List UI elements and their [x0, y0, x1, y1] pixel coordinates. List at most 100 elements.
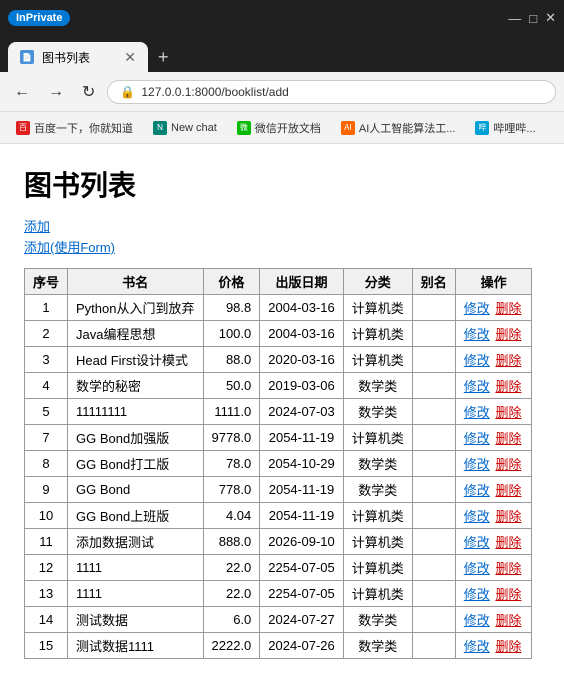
cell-name: Python从入门到放弃 [68, 295, 203, 321]
edit-link[interactable]: 修改 [464, 353, 490, 368]
page-content: 图书列表 添加 添加(使用Form) 序号 书名 价格 出版日期 分类 别名 操… [0, 144, 564, 679]
edit-link[interactable]: 修改 [464, 379, 490, 394]
cell-alias [412, 529, 455, 555]
edit-link[interactable]: 修改 [464, 561, 490, 576]
forward-button[interactable]: → [42, 79, 70, 105]
cell-price: 4.04 [203, 503, 260, 529]
delete-link[interactable]: 删除 [495, 509, 521, 524]
cell-actions: 修改 删除 [455, 581, 532, 607]
edit-link[interactable]: 修改 [464, 483, 490, 498]
delete-link[interactable]: 删除 [495, 301, 521, 316]
address-bar[interactable]: 🔒 127.0.0.1:8000/booklist/add [107, 80, 556, 104]
table-row: 13 1111 22.0 2254-07-05 计算机类 修改 删除 [25, 581, 532, 607]
cell-price: 9778.0 [203, 425, 260, 451]
browser-chrome: InPrivate — □ ✕ 📄 图书列表 ✕ + ← → ↻ 🔒 127.0… [0, 0, 564, 144]
cell-price: 78.0 [203, 451, 260, 477]
delete-link[interactable]: 删除 [495, 561, 521, 576]
edit-link[interactable]: 修改 [464, 587, 490, 602]
cell-date: 2019-03-06 [260, 373, 344, 399]
cell-actions: 修改 删除 [455, 295, 532, 321]
cell-id: 4 [25, 373, 68, 399]
bookmark-ai[interactable]: AI AI人工智能算法工... [333, 116, 464, 140]
cell-id: 13 [25, 581, 68, 607]
cell-category: 计算机类 [343, 295, 412, 321]
cell-price: 88.0 [203, 347, 260, 373]
refresh-button[interactable]: ↻ [76, 78, 101, 106]
add-link[interactable]: 添加 [24, 216, 540, 235]
cell-name: GG Bond [68, 477, 203, 503]
new-tab-button[interactable]: + [150, 43, 177, 72]
cell-name: Head First设计模式 [68, 347, 203, 373]
table-row: 10 GG Bond上班版 4.04 2054-11-19 计算机类 修改 删除 [25, 503, 532, 529]
cell-category: 计算机类 [343, 503, 412, 529]
cell-id: 3 [25, 347, 68, 373]
tab-bar: 📄 图书列表 ✕ + [0, 36, 564, 72]
delete-link[interactable]: 删除 [495, 379, 521, 394]
cell-alias [412, 347, 455, 373]
delete-link[interactable]: 删除 [495, 431, 521, 446]
delete-link[interactable]: 删除 [495, 327, 521, 342]
edit-link[interactable]: 修改 [464, 327, 490, 342]
bookmark-bili[interactable]: 哔 哔哩哔... [467, 116, 543, 140]
cell-id: 12 [25, 555, 68, 581]
delete-link[interactable]: 删除 [495, 613, 521, 628]
edit-link[interactable]: 修改 [464, 509, 490, 524]
cell-id: 8 [25, 451, 68, 477]
edit-link[interactable]: 修改 [464, 301, 490, 316]
window-maximize-icon[interactable]: □ [529, 11, 537, 26]
table-row: 5 11111111 1111.0 2024-07-03 数学类 修改 删除 [25, 399, 532, 425]
cell-category: 数学类 [343, 451, 412, 477]
cell-actions: 修改 删除 [455, 633, 532, 659]
add-form-link[interactable]: 添加(使用Form) [24, 237, 540, 256]
delete-link[interactable]: 删除 [495, 353, 521, 368]
table-row: 15 测试数据1111 2222.0 2024-07-26 数学类 修改 删除 [25, 633, 532, 659]
bookmark-wechat-favicon: 微 [237, 121, 251, 135]
bookmark-newchat-label: New chat [171, 122, 217, 134]
window-minimize-icon[interactable]: — [508, 11, 521, 26]
edit-link[interactable]: 修改 [464, 405, 490, 420]
cell-price: 778.0 [203, 477, 260, 503]
cell-actions: 修改 删除 [455, 503, 532, 529]
cell-price: 100.0 [203, 321, 260, 347]
cell-actions: 修改 删除 [455, 477, 532, 503]
bookmark-wechat[interactable]: 微 微信开放文档 [229, 116, 329, 140]
cell-price: 22.0 [203, 581, 260, 607]
cell-actions: 修改 删除 [455, 399, 532, 425]
cell-alias [412, 477, 455, 503]
edit-link[interactable]: 修改 [464, 431, 490, 446]
col-header-name: 书名 [68, 269, 203, 295]
title-bar: InPrivate — □ ✕ [0, 0, 564, 36]
edit-link[interactable]: 修改 [464, 613, 490, 628]
delete-link[interactable]: 删除 [495, 405, 521, 420]
cell-name: Java编程思想 [68, 321, 203, 347]
lock-icon: 🔒 [120, 85, 135, 99]
bookmark-baidu[interactable]: 百 百度一下，你就知道 [8, 116, 141, 140]
cell-name: GG Bond加强版 [68, 425, 203, 451]
delete-link[interactable]: 删除 [495, 535, 521, 550]
delete-link[interactable]: 删除 [495, 587, 521, 602]
window-close-icon[interactable]: ✕ [545, 10, 556, 26]
cell-price: 6.0 [203, 607, 260, 633]
page-title: 图书列表 [24, 164, 540, 204]
table-row: 3 Head First设计模式 88.0 2020-03-16 计算机类 修改… [25, 347, 532, 373]
cell-alias [412, 425, 455, 451]
bookmark-newchat[interactable]: N New chat [145, 117, 225, 139]
inprivate-badge: InPrivate [8, 10, 70, 26]
back-button[interactable]: ← [8, 79, 36, 105]
cell-actions: 修改 删除 [455, 555, 532, 581]
edit-link[interactable]: 修改 [464, 457, 490, 472]
cell-actions: 修改 删除 [455, 529, 532, 555]
delete-link[interactable]: 删除 [495, 483, 521, 498]
page-links: 添加 添加(使用Form) [24, 216, 540, 256]
active-tab[interactable]: 📄 图书列表 ✕ [8, 42, 148, 72]
edit-link[interactable]: 修改 [464, 535, 490, 550]
cell-price: 888.0 [203, 529, 260, 555]
cell-date: 2024-07-03 [260, 399, 344, 425]
cell-category: 计算机类 [343, 347, 412, 373]
delete-link[interactable]: 删除 [495, 457, 521, 472]
table-row: 7 GG Bond加强版 9778.0 2054-11-19 计算机类 修改 删… [25, 425, 532, 451]
cell-id: 11 [25, 529, 68, 555]
table-row: 12 1111 22.0 2254-07-05 计算机类 修改 删除 [25, 555, 532, 581]
tab-close-button[interactable]: ✕ [124, 49, 136, 66]
book-table: 序号 书名 价格 出版日期 分类 别名 操作 1 Python从入门到放弃 98… [24, 268, 532, 659]
